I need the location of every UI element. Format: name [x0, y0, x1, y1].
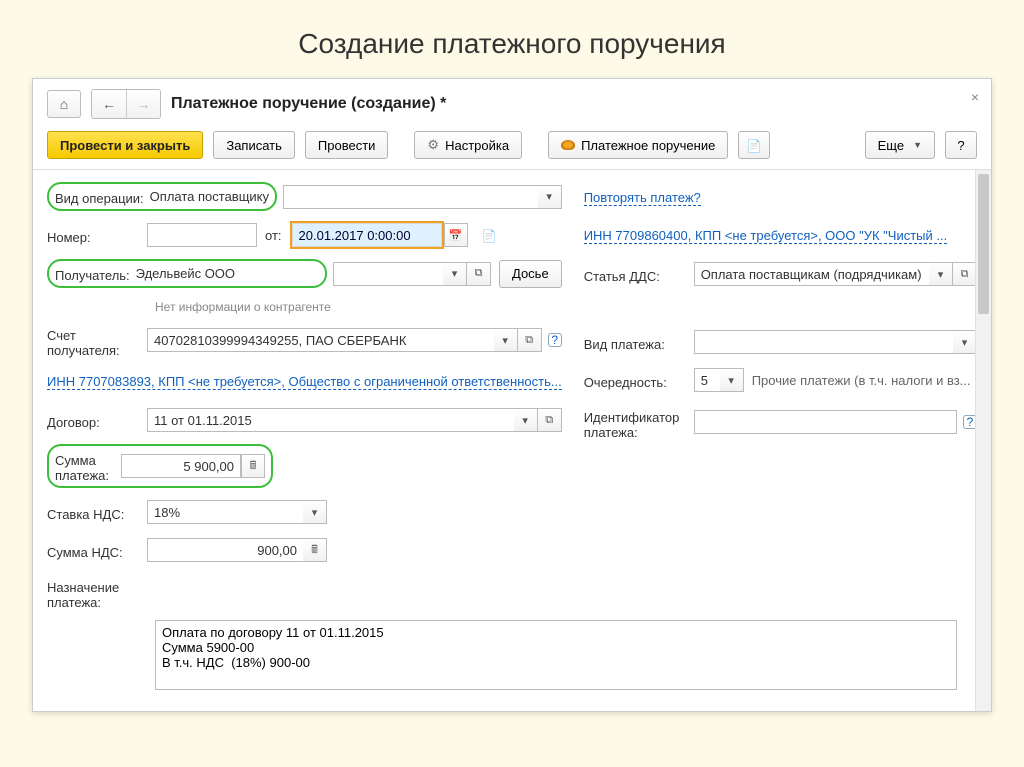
document-button[interactable]: [738, 131, 770, 159]
help-hint-icon[interactable]: ?: [548, 333, 562, 347]
scroll-thumb[interactable]: [978, 174, 989, 314]
document-icon: [747, 138, 762, 153]
repeat-payment-link[interactable]: Повторять платеж?: [584, 190, 701, 206]
contract-label: Договор:: [47, 411, 147, 430]
payment-order-label: Платежное поручение: [581, 138, 715, 153]
vat-rate-field[interactable]: 18%: [147, 500, 303, 524]
more-label: Еще: [878, 138, 904, 153]
vat-sum-field[interactable]: 900,00: [147, 538, 303, 562]
recipient-account-field[interactable]: 40702810399994349255, ПАО СБЕРБАНК: [147, 328, 494, 352]
operation-type-field[interactable]: [283, 185, 538, 209]
priority-field[interactable]: 5: [694, 368, 720, 392]
priority-label: Очередность:: [584, 371, 694, 390]
operation-type-highlight: Вид операции: Оплата поставщику: [47, 182, 277, 211]
open-icon: [475, 267, 483, 280]
settings-label: Настройка: [445, 138, 509, 153]
contract-field[interactable]: 11 от 01.11.2015: [147, 408, 514, 432]
open-icon: [525, 334, 533, 347]
toolbar: Провести и закрыть Записать Провести Нас…: [33, 127, 991, 169]
recipient-highlight: Получатель: Эдельвейс ООО: [47, 259, 327, 288]
amount-label: Сумма платежа:: [55, 449, 115, 483]
vat-rate-dropdown[interactable]: ▾: [303, 500, 327, 524]
app-window: × ⌂ ← → Платежное поручение (создание) *…: [32, 78, 992, 712]
recipient-account-label: Счет получателя:: [47, 322, 147, 358]
calculator-icon: [250, 457, 257, 476]
operation-type-label: Вид операции:: [55, 187, 144, 206]
nav-history: ← →: [91, 89, 161, 119]
home-button[interactable]: ⌂: [47, 90, 81, 118]
calculator-icon: [311, 541, 318, 560]
date-highlight: 20.01.2017 0:00:00: [290, 221, 444, 249]
calendar-button[interactable]: [444, 223, 468, 247]
operation-type-dropdown[interactable]: ▾: [538, 185, 562, 209]
dds-label: Статья ДДС:: [584, 265, 694, 284]
recipient-open[interactable]: [467, 262, 491, 286]
payment-type-field[interactable]: [694, 330, 953, 354]
recipient-account-dropdown[interactable]: ▾: [494, 328, 518, 352]
priority-dropdown[interactable]: ▾: [720, 368, 744, 392]
priority-description: Прочие платежи (в т.ч. налоги и вз...: [752, 373, 971, 388]
from-label: от:: [265, 228, 282, 243]
gear-icon: [427, 137, 439, 153]
forward-button[interactable]: →: [126, 90, 160, 118]
payment-type-dropdown[interactable]: ▾: [953, 330, 977, 354]
open-icon: [545, 414, 553, 427]
purpose-field[interactable]: [155, 620, 957, 690]
recipient-label: Получатель:: [55, 264, 130, 283]
save-button[interactable]: Записать: [213, 131, 295, 159]
post-and-close-button[interactable]: Провести и закрыть: [47, 131, 203, 159]
calendar-icon: [449, 229, 463, 242]
recipient-field-ext[interactable]: [333, 262, 443, 286]
date-field[interactable]: 20.01.2017 0:00:00: [292, 223, 442, 247]
dossier-button[interactable]: Досье: [499, 260, 562, 288]
amount-calc[interactable]: [241, 454, 265, 478]
hat-icon: [561, 140, 575, 150]
help-button[interactable]: ?: [945, 131, 977, 159]
purpose-label: Назначение платежа:: [47, 574, 147, 610]
more-button[interactable]: Еще ▼: [865, 131, 935, 159]
contract-open[interactable]: [538, 408, 562, 432]
vat-rate-label: Ставка НДС:: [47, 503, 147, 522]
identifier-label: Идентификатор платежа:: [584, 404, 694, 440]
no-counterparty-info: Нет информации о контрагенте: [47, 298, 562, 322]
dds-dropdown[interactable]: ▾: [929, 262, 953, 286]
dds-open[interactable]: [953, 262, 977, 286]
scrollbar[interactable]: [975, 170, 991, 711]
settings-button[interactable]: Настройка: [414, 131, 522, 159]
vat-sum-label: Сумма НДС:: [47, 541, 147, 560]
payment-type-label: Вид платежа:: [584, 333, 694, 352]
dds-field[interactable]: Оплата поставщикам (подрядчикам): [694, 262, 929, 286]
post-button[interactable]: Провести: [305, 131, 389, 159]
number-label: Номер:: [47, 226, 147, 245]
chevron-down-icon: ▼: [913, 140, 922, 150]
amount-field[interactable]: 5 900,00: [121, 454, 241, 478]
back-button[interactable]: ←: [92, 90, 126, 118]
payer-info-link[interactable]: ИНН 7707083893, КПП <не требуется>, Обще…: [47, 374, 562, 390]
open-icon: [961, 268, 969, 281]
close-icon[interactable]: ×: [971, 89, 979, 105]
identifier-field[interactable]: [694, 410, 957, 434]
payment-order-button[interactable]: Платежное поручение: [548, 131, 728, 159]
slide-title: Создание платежного поручения: [0, 0, 1024, 78]
contract-dropdown[interactable]: ▾: [514, 408, 538, 432]
form-title: Платежное поручение (создание) *: [171, 95, 446, 113]
amount-highlight: Сумма платежа: 5 900,00: [47, 444, 273, 488]
recipient-dropdown[interactable]: ▾: [443, 262, 467, 286]
recipient-value: Эдельвейс ООО: [136, 266, 235, 281]
operation-type-value: Оплата поставщику: [150, 189, 269, 204]
number-field[interactable]: [147, 223, 257, 247]
vat-sum-calc[interactable]: [303, 538, 327, 562]
note-icon[interactable]: [482, 228, 497, 243]
recipient-account-open[interactable]: [518, 328, 542, 352]
org-inn-link[interactable]: ИНН 7709860400, КПП <не требуется>, ООО …: [584, 228, 948, 244]
